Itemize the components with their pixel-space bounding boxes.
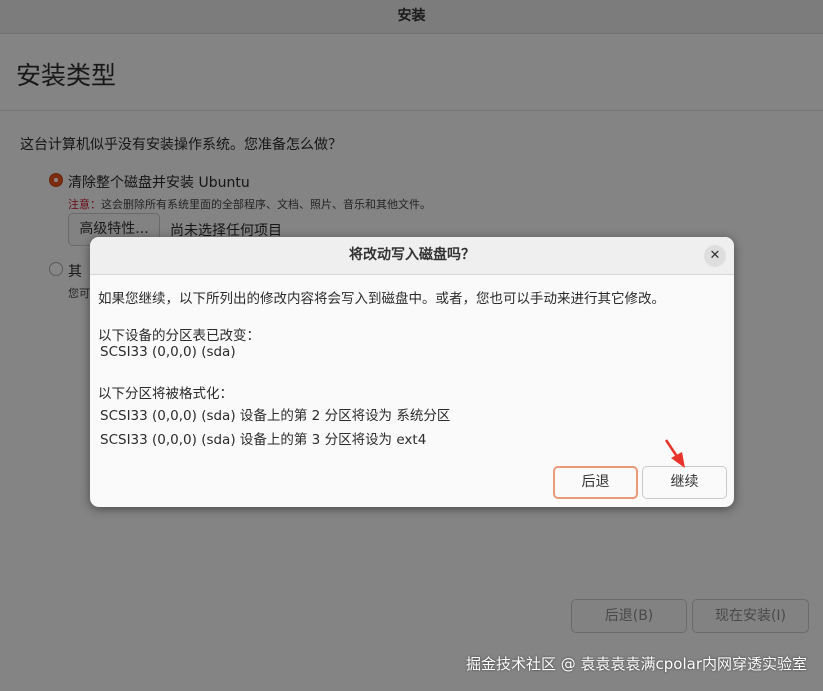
format-heading: 以下分区将被格式化： bbox=[98, 386, 233, 402]
dialog-title: 将改动写入磁盘吗？ bbox=[349, 247, 475, 263]
dialog-intro: 如果您继续，以下所列出的修改内容将会写入到磁盘中。或者，您也可以手动来进行其它修… bbox=[98, 291, 665, 307]
watermark: 掘金技术社区 @ 袁袁袁袁满cpolar内网穿透实验室 bbox=[465, 655, 807, 673]
partition-table-heading: 以下设备的分区表已改变： bbox=[98, 328, 260, 344]
dialog-continue-button[interactable]: 继续 bbox=[642, 466, 727, 499]
format-item: SCSI33 (0,0,0) (sda) 设备上的第 2 分区将设为 系统分区 bbox=[100, 408, 451, 424]
partition-table-device: SCSI33 (0,0,0) (sda) bbox=[100, 344, 236, 360]
close-icon[interactable]: ✕ bbox=[704, 245, 726, 267]
dialog-back-button[interactable]: 后退 bbox=[553, 466, 638, 499]
dialog-header: 将改动写入磁盘吗？ ✕ bbox=[90, 237, 734, 275]
format-item: SCSI33 (0,0,0) (sda) 设备上的第 3 分区将设为 ext4 bbox=[100, 432, 427, 448]
write-changes-dialog: 将改动写入磁盘吗？ ✕ 如果您继续，以下所列出的修改内容将会写入到磁盘中。或者，… bbox=[90, 237, 734, 507]
